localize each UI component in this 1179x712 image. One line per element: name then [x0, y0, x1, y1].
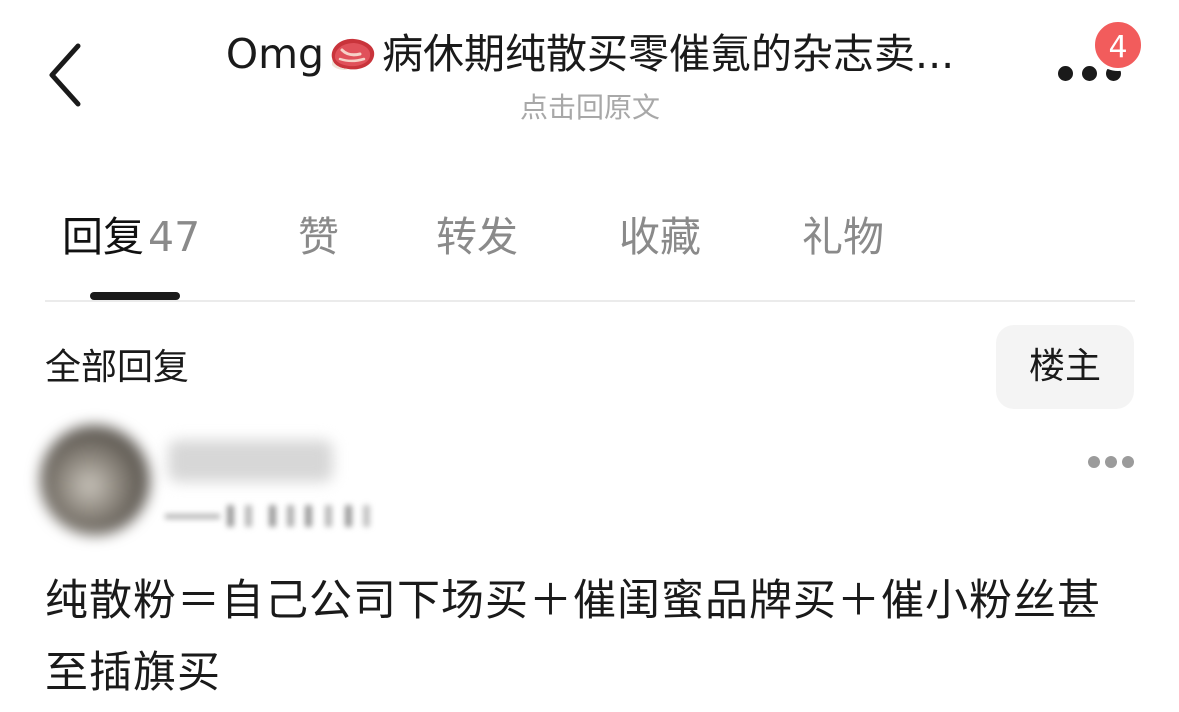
comment-more-icon[interactable]	[1088, 456, 1134, 468]
all-replies-heading: 全部回复	[45, 347, 190, 388]
tab-gifts[interactable]: 礼物	[802, 205, 884, 269]
tab-favorites[interactable]: 收藏	[619, 205, 701, 269]
steak-emoji-icon	[326, 30, 378, 90]
tab-bar: 回复47 赞 转发 收藏 礼物	[0, 205, 1179, 269]
tab-reposts-label: 转发	[436, 213, 518, 261]
page-title: Omg 病休期纯散买零催氪的杂志卖...	[190, 24, 990, 90]
divider	[45, 300, 1135, 302]
tab-gifts-label: 礼物	[802, 213, 884, 261]
tab-replies-count: 47	[148, 213, 201, 261]
page-title-text: 病休期纯散买零催氪的杂志卖...	[382, 30, 955, 78]
username-blurred[interactable]	[168, 440, 333, 482]
comment-text: 纯散粉＝自己公司下场买＋催闺蜜品牌买＋催小粉丝甚至插旗买	[45, 576, 1101, 698]
tab-replies-label: 回复	[62, 213, 144, 261]
page-title-prefix: Omg	[225, 30, 325, 78]
chevron-left-icon	[49, 43, 81, 107]
tab-likes-label: 赞	[298, 213, 339, 261]
back-to-original-link[interactable]: 点击回原文	[190, 90, 990, 126]
avatar[interactable]	[40, 425, 150, 535]
comment-meta-blurred	[165, 500, 385, 530]
op-only-filter-button[interactable]: 楼主	[996, 325, 1134, 409]
tab-favorites-label: 收藏	[619, 213, 701, 261]
active-tab-indicator	[90, 292, 180, 300]
header-title-block[interactable]: Omg 病休期纯散买零催氪的杂志卖... 点击回原文	[190, 24, 990, 126]
notification-badge: 4	[1092, 19, 1144, 71]
tab-replies[interactable]: 回复47	[62, 205, 200, 269]
back-button[interactable]	[42, 40, 92, 110]
tab-likes[interactable]: 赞	[298, 205, 339, 269]
tab-reposts[interactable]: 转发	[436, 205, 518, 269]
